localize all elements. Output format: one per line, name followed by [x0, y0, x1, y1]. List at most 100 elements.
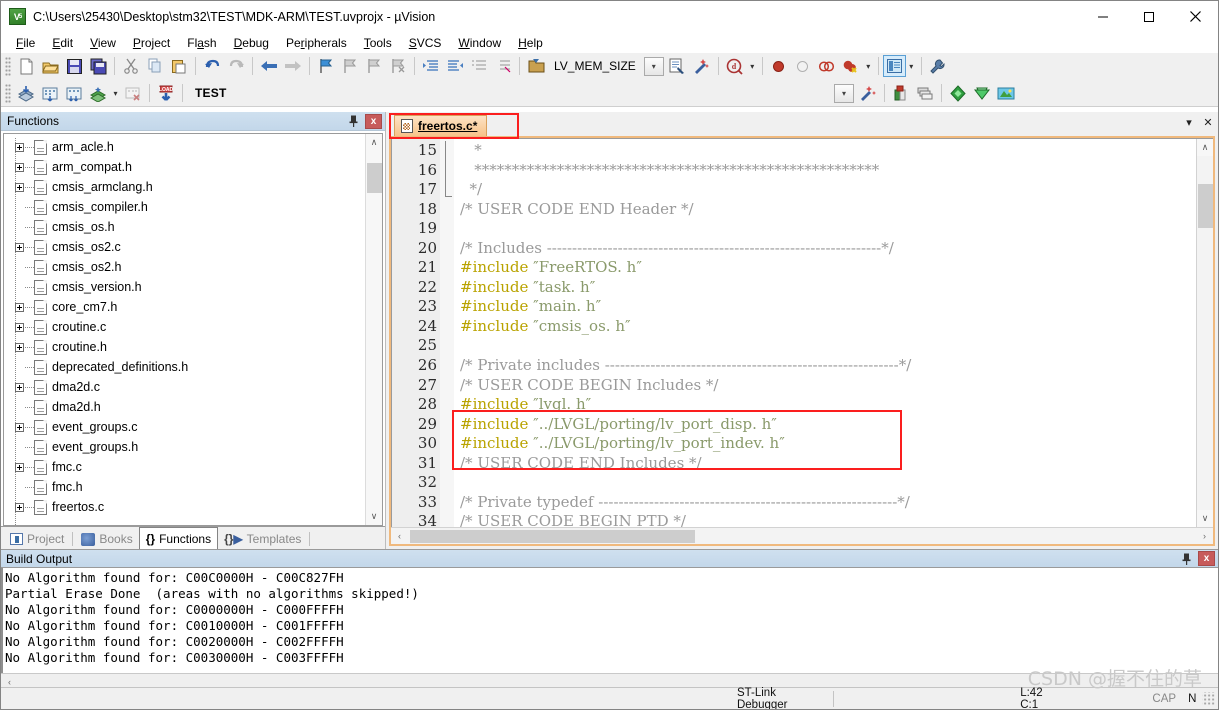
tree-item-cmsis-version-h[interactable]: cmsis_version.h	[8, 277, 365, 297]
target-options-icon[interactable]	[856, 82, 880, 105]
build-output-text[interactable]: No Algorithm found for: C00C0000H - C00C…	[1, 568, 1218, 673]
insert-snippet-icon[interactable]	[666, 55, 690, 78]
open-file-icon[interactable]	[38, 55, 62, 78]
batch-build-dropdown-icon[interactable]: ▾	[110, 82, 121, 105]
copy-icon[interactable]	[143, 55, 167, 78]
new-file-icon[interactable]	[14, 55, 38, 78]
code-line[interactable]: /* Private typedef ---------------------…	[460, 493, 1196, 513]
code-line[interactable]: /* Private includes --------------------…	[460, 356, 1196, 376]
tree-item-arm-compat-h[interactable]: arm_compat.h	[8, 157, 365, 177]
tree-item-cmsis-os2-c[interactable]: cmsis_os2.c	[8, 237, 365, 257]
scroll-thumb[interactable]	[366, 163, 382, 193]
menu-project[interactable]: Project	[125, 34, 179, 52]
target-dropdown-icon[interactable]: ▾	[834, 83, 854, 103]
code-line[interactable]: *	[460, 141, 1196, 161]
sidebar-item-functions[interactable]: {} Functions	[138, 527, 219, 549]
resize-grip[interactable]	[1202, 691, 1216, 706]
redo-icon[interactable]	[224, 55, 248, 78]
expand-icon[interactable]	[15, 322, 24, 332]
symbol-search-box[interactable]: LV_MEM_SIZE	[548, 59, 642, 73]
code-line[interactable]: /* Includes ----------------------------…	[460, 239, 1196, 259]
code-line[interactable]: #include ″FreeRTOS. h″	[460, 258, 1196, 278]
scroll-track[interactable]	[408, 528, 1196, 545]
close-icon[interactable]: x	[365, 113, 382, 129]
scroll-down-icon[interactable]: ∨	[365, 508, 382, 525]
scroll-thumb[interactable]	[410, 529, 695, 543]
manage-project-items-icon[interactable]	[913, 82, 937, 105]
tree-item-croutine-c[interactable]: croutine.c	[8, 317, 365, 337]
comment-icon[interactable]	[467, 55, 491, 78]
options-for-target-icon[interactable]	[889, 82, 913, 105]
expand-icon[interactable]	[15, 422, 24, 432]
kill-all-breakpoints-icon[interactable]	[839, 55, 863, 78]
code-line[interactable]: /* USER CODE END Includes */	[460, 454, 1196, 474]
insert-breakpoint-icon[interactable]	[767, 55, 791, 78]
manage-windows-icon[interactable]	[882, 55, 906, 77]
code-line[interactable]: #include ″../LVGL/porting/lv_port_indev.…	[460, 434, 1196, 454]
tree-item-event-groups-c[interactable]: event_groups.c	[8, 417, 365, 437]
bookmark-toggle-icon[interactable]	[314, 55, 338, 78]
expand-icon[interactable]	[15, 502, 24, 512]
tree-item-arm-acle-h[interactable]: arm_acle.h	[8, 137, 365, 157]
translate-icon[interactable]	[14, 82, 38, 105]
menu-flash[interactable]: Flash	[179, 34, 225, 52]
uncomment-icon[interactable]	[491, 55, 515, 78]
rebuild-icon[interactable]	[62, 82, 86, 105]
code-line[interactable]: #include ″../LVGL/porting/lv_port_disp. …	[460, 415, 1196, 435]
close-button[interactable]	[1172, 1, 1218, 32]
breakpoints-dropdown-icon[interactable]: ▾	[863, 55, 874, 78]
tree-item-dma2d-h[interactable]: dma2d.h	[8, 397, 365, 417]
cut-icon[interactable]	[119, 55, 143, 78]
tree-item-croutine-h[interactable]: croutine.h	[8, 337, 365, 357]
maximize-button[interactable]	[1126, 1, 1172, 32]
bookmark-next-icon[interactable]	[362, 55, 386, 78]
code-line[interactable]: #include ″cmsis_os. h″	[460, 317, 1196, 337]
sidebar-item-project[interactable]: Project	[4, 529, 70, 549]
stop-build-icon[interactable]	[121, 82, 145, 105]
code-line[interactable]: ****************************************…	[460, 161, 1196, 181]
code-line[interactable]: #include ″main. h″	[460, 297, 1196, 317]
scroll-left-icon[interactable]: ‹	[391, 528, 408, 545]
batch-build-icon[interactable]	[86, 82, 110, 105]
expand-icon[interactable]	[15, 242, 24, 252]
scroll-right-icon[interactable]: ›	[1196, 528, 1213, 545]
pack-installer-icon[interactable]	[946, 82, 970, 105]
indent-icon[interactable]	[419, 55, 443, 78]
tree-item-dma2d-c[interactable]: dma2d.c	[8, 377, 365, 397]
expand-icon[interactable]	[15, 142, 24, 152]
tree-item-fmc-h[interactable]: fmc.h	[8, 477, 365, 497]
tree-item-deprecated-definitions-h[interactable]: deprecated_definitions.h	[8, 357, 365, 377]
navigate-back-icon[interactable]	[257, 55, 281, 78]
expand-icon[interactable]	[15, 302, 24, 312]
scroll-thumb[interactable]	[1197, 184, 1213, 228]
expand-icon[interactable]	[15, 342, 24, 352]
tree-item-cmsis-os2-h[interactable]: cmsis_os2.h	[8, 257, 365, 277]
code-line[interactable]: #include ″lvgl. h″	[460, 395, 1196, 415]
sidebar-item-books[interactable]: Books	[75, 529, 138, 549]
functions-tree[interactable]: arm_acle.h arm_compat.h cmsis_armclang.hcm…	[4, 134, 365, 525]
target-selector-value[interactable]: TEST	[187, 86, 226, 100]
scroll-track[interactable]	[366, 151, 383, 508]
scroll-up-icon[interactable]: ∧	[1196, 139, 1213, 156]
expand-icon[interactable]	[15, 182, 24, 192]
menu-edit[interactable]: Edit	[44, 34, 82, 52]
save-all-icon[interactable]	[86, 55, 110, 78]
code-line[interactable]: */	[460, 180, 1196, 200]
toolbar-grip[interactable]	[5, 56, 11, 76]
tree-item-freertos-c[interactable]: freertos.c	[8, 497, 365, 517]
menu-window[interactable]: Window	[450, 34, 510, 52]
menu-help[interactable]: Help	[510, 34, 552, 52]
tree-item-cmsis-armclang-h[interactable]: cmsis_armclang.h	[8, 177, 365, 197]
document-tab-freertos-c[interactable]: freertos.c*	[394, 115, 488, 136]
navigate-forward-icon[interactable]	[281, 55, 305, 78]
disable-breakpoint-icon[interactable]	[791, 55, 815, 78]
manage-runtime-icon[interactable]	[970, 82, 994, 105]
code-line[interactable]	[460, 473, 1196, 493]
symbol-dropdown-icon[interactable]: ▾	[643, 56, 664, 76]
expand-icon[interactable]	[15, 162, 24, 172]
code-line[interactable]: /* USER CODE END Header */	[460, 200, 1196, 220]
tree-item-event-groups-h[interactable]: event_groups.h	[8, 437, 365, 457]
menu-view[interactable]: View	[82, 34, 125, 52]
tree-item-cmsis-os-h[interactable]: cmsis_os.h	[8, 217, 365, 237]
editor-vertical-scrollbar[interactable]: ∧ ∨	[1196, 139, 1213, 527]
